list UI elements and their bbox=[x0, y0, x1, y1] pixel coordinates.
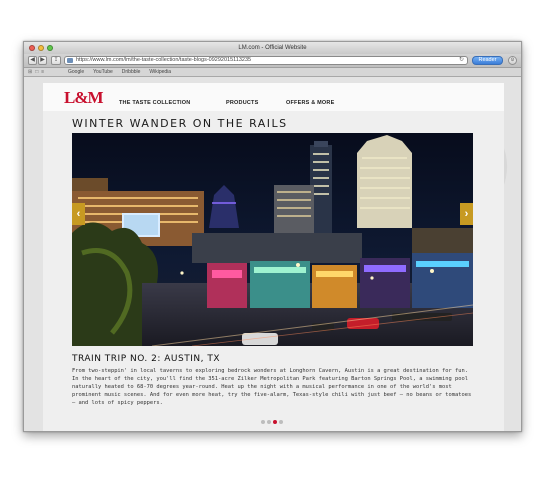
show-all-tabs-icon[interactable]: ⊞ bbox=[28, 68, 32, 77]
site-favicon-icon bbox=[67, 58, 73, 63]
slide-pagination-dots bbox=[261, 420, 283, 424]
bookmark-wikipedia[interactable]: Wikipedia bbox=[149, 68, 171, 77]
title-bar: LM.com - Official Website bbox=[24, 42, 521, 54]
article-content: WINTER WANDER ON THE RAILS ‹ › TRAIN TRI… bbox=[43, 111, 504, 431]
slide-dot-4[interactable] bbox=[279, 420, 283, 424]
slide-body-text: From two-steppin' in local taverns to ex… bbox=[72, 368, 472, 407]
slide-dot-2[interactable] bbox=[267, 420, 271, 424]
slide-subtitle: TRAIN TRIP NO. 2: AUSTIN, TX bbox=[72, 354, 221, 364]
browser-window: LM.com - Official Website ◀ ▶ ⇪ https://… bbox=[23, 41, 522, 432]
reading-list-icon[interactable]: ≡ bbox=[41, 68, 44, 77]
settings-gear-icon[interactable]: ⚙ bbox=[508, 56, 517, 65]
nav-products[interactable]: PRODUCTS bbox=[226, 100, 258, 106]
bookmark-youtube[interactable]: YouTube bbox=[93, 68, 113, 77]
browser-toolbar: ◀ ▶ ⇪ https://www.lm.com/lm/the-taste-co… bbox=[24, 54, 521, 68]
previous-slide-button[interactable]: ‹ bbox=[72, 203, 85, 225]
bookmarks-book-icon[interactable]: □ bbox=[35, 68, 38, 77]
address-bar[interactable]: https://www.lm.com/lm/the-taste-collecti… bbox=[64, 56, 468, 65]
url-text: https://www.lm.com/lm/the-taste-collecti… bbox=[76, 57, 252, 63]
lm-logo[interactable]: L&M bbox=[64, 88, 104, 108]
slide-dot-1[interactable] bbox=[261, 420, 265, 424]
screenshot-stage: LM.com - Official Website ◀ ▶ ⇪ https://… bbox=[0, 0, 547, 494]
site-header: L&M THE TASTE COLLECTION PRODUCTS OFFERS… bbox=[43, 83, 504, 111]
window-title: LM.com - Official Website bbox=[238, 45, 307, 51]
bookmarks-bar: ⊞ □ ≡ Google YouTube Dribbble Wikipedia bbox=[24, 68, 521, 77]
web-page: L&M THE TASTE COLLECTION PRODUCTS OFFERS… bbox=[24, 77, 521, 431]
nav-the-taste-collection[interactable]: THE TASTE COLLECTION bbox=[119, 100, 190, 106]
minimize-window-button[interactable] bbox=[38, 45, 44, 51]
window-controls bbox=[29, 45, 53, 51]
reader-button[interactable]: Reader bbox=[472, 56, 503, 65]
austin-night-skyline-photo bbox=[72, 133, 473, 346]
close-window-button[interactable] bbox=[29, 45, 35, 51]
next-slide-button[interactable]: › bbox=[460, 203, 473, 225]
bookmark-dribbble[interactable]: Dribbble bbox=[122, 68, 141, 77]
zoom-window-button[interactable] bbox=[47, 45, 53, 51]
hero-slide-image bbox=[72, 133, 473, 346]
reload-icon[interactable]: ↻ bbox=[459, 57, 464, 64]
forward-button[interactable]: ▶ bbox=[38, 56, 47, 65]
share-button[interactable]: ⇪ bbox=[51, 56, 61, 65]
page-title: WINTER WANDER ON THE RAILS bbox=[72, 117, 288, 130]
back-button[interactable]: ◀ bbox=[28, 56, 37, 65]
bookmark-google[interactable]: Google bbox=[68, 68, 84, 77]
nav-offers-and-more[interactable]: OFFERS & MORE bbox=[286, 100, 334, 106]
slide-dot-3[interactable] bbox=[273, 420, 277, 424]
